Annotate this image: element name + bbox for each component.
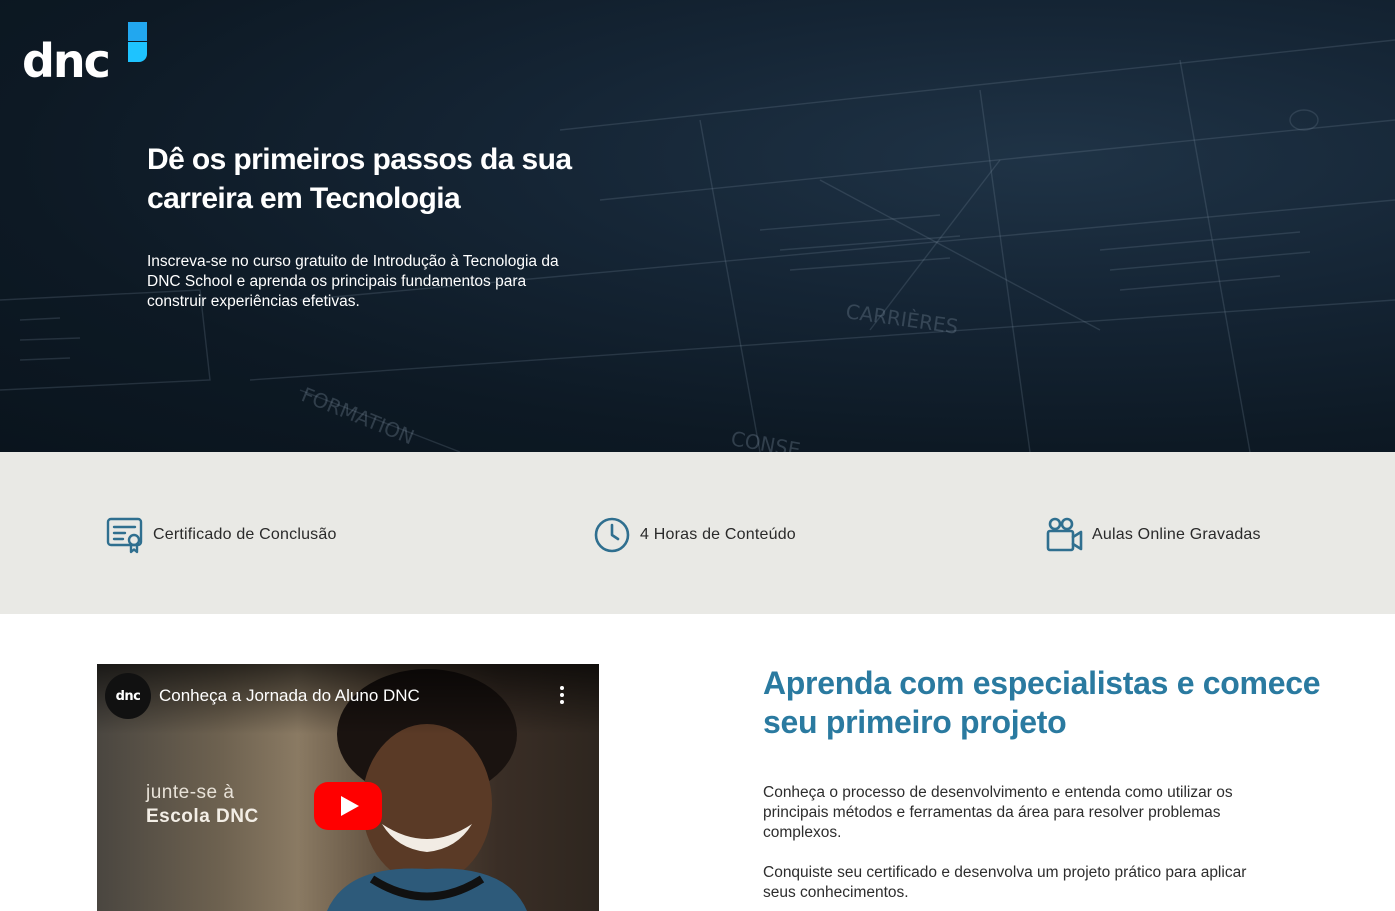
features-strip: Certificado de Conclusão 4 Horas de Cont… — [0, 452, 1395, 614]
certificate-icon — [105, 515, 145, 555]
youtube-video-embed[interactable]: dnc Conheça a Jornada do Aluno DNC junte… — [97, 664, 599, 911]
video-camera-icon — [1044, 515, 1084, 555]
logo-wordmark: dnc — [22, 34, 111, 88]
content-section: dnc Conheça a Jornada do Aluno DNC junte… — [0, 614, 1395, 911]
play-button[interactable] — [314, 782, 382, 830]
more-options-icon[interactable] — [552, 686, 572, 708]
hero-title: Dê os primeiros passos da sua carreira e… — [147, 143, 572, 215]
section-title: Aprenda com especialistas e comece seu p… — [763, 665, 1321, 740]
video-title[interactable]: Conheça a Jornada do Aluno DNC — [159, 686, 420, 706]
feature-label: Aulas Online Gravadas — [1092, 526, 1261, 543]
feature-label: Certificado de Conclusão — [153, 526, 337, 543]
feature-online-classes: Aulas Online Gravadas — [1044, 515, 1261, 555]
svg-text:FORMATION: FORMATION — [298, 382, 418, 449]
logo-square-rounded — [128, 42, 147, 62]
video-overlay-text-bold: Escola DNC — [146, 806, 259, 827]
video-overlay-text: junte-se à — [146, 782, 235, 803]
hero-banner: CARRIÈRES FORMATION CONSE dnc Dê os prim… — [0, 0, 1395, 452]
dnc-logo[interactable]: dnc — [22, 22, 152, 88]
logo-square — [128, 22, 147, 41]
feature-hours: 4 Horas de Conteúdo — [592, 515, 796, 555]
feature-certificate: Certificado de Conclusão — [105, 515, 337, 555]
section-paragraph: Conheça o processo de desenvolvimento e … — [763, 784, 1233, 841]
clock-icon — [592, 515, 632, 555]
hero-background-sketch: CARRIÈRES FORMATION CONSE — [0, 39, 1395, 452]
svg-text:CARRIÈRES: CARRIÈRES — [844, 299, 959, 339]
hero-description: Inscreva-se no curso gratuito de Introdu… — [147, 253, 559, 310]
play-icon — [341, 796, 359, 816]
channel-avatar[interactable]: dnc — [105, 673, 151, 719]
feature-label: 4 Horas de Conteúdo — [640, 526, 796, 543]
svg-text:CONSE: CONSE — [729, 426, 802, 452]
section-paragraph: Conquiste seu certificado e desenvolva u… — [763, 864, 1247, 901]
channel-avatar-text: dnc — [115, 688, 141, 704]
